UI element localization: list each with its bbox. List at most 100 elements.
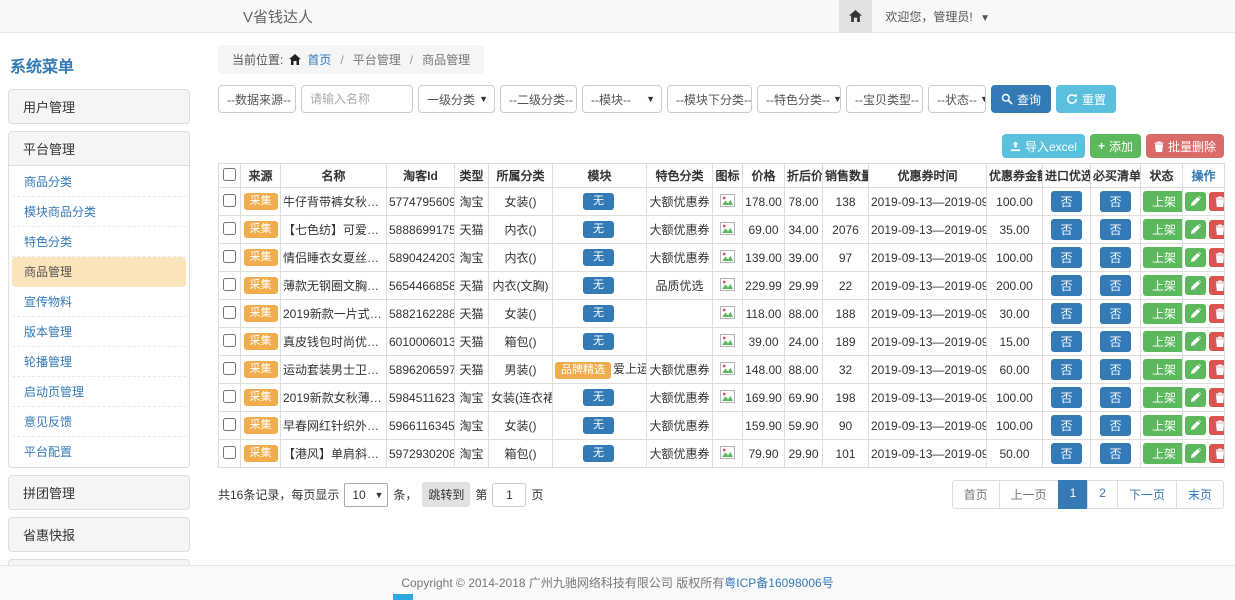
edit-button[interactable] bbox=[1185, 248, 1206, 267]
import-select-toggle[interactable]: 否 bbox=[1051, 219, 1081, 240]
pager-item[interactable]: 2 bbox=[1087, 480, 1118, 509]
status-filter[interactable]: --状态--▼ bbox=[928, 85, 986, 113]
icp-link[interactable]: 粤ICP备16098006号 bbox=[724, 576, 833, 590]
page-size-select[interactable]: 10▼ bbox=[344, 483, 388, 507]
row-checkbox[interactable] bbox=[223, 250, 236, 263]
query-button[interactable]: 查询 bbox=[991, 85, 1051, 113]
edit-button[interactable] bbox=[1185, 192, 1206, 211]
pager-item[interactable]: 1 bbox=[1058, 480, 1089, 509]
status-toggle[interactable]: 上架 bbox=[1143, 415, 1183, 436]
row-checkbox[interactable] bbox=[223, 222, 236, 235]
sidebar-item[interactable]: 商品分类 bbox=[12, 167, 186, 197]
status-toggle[interactable]: 上架 bbox=[1143, 331, 1183, 352]
row-checkbox[interactable] bbox=[223, 278, 236, 291]
status-toggle[interactable]: 上架 bbox=[1143, 359, 1183, 380]
status-toggle[interactable]: 上架 bbox=[1143, 303, 1183, 324]
import-select-toggle[interactable]: 否 bbox=[1051, 443, 1081, 464]
row-checkbox[interactable] bbox=[223, 306, 236, 319]
jump-to-button[interactable]: 跳转到 bbox=[422, 482, 470, 507]
status-toggle[interactable]: 上架 bbox=[1143, 219, 1183, 240]
status-toggle[interactable]: 上架 bbox=[1143, 443, 1183, 464]
status-toggle[interactable]: 上架 bbox=[1143, 191, 1183, 212]
edit-button[interactable] bbox=[1185, 220, 1206, 239]
name-input[interactable] bbox=[301, 85, 413, 113]
status-toggle[interactable]: 上架 bbox=[1143, 247, 1183, 268]
must-buy-toggle[interactable]: 否 bbox=[1100, 219, 1130, 240]
feature-filter[interactable]: --特色分类--▼ bbox=[757, 85, 841, 113]
must-buy-toggle[interactable]: 否 bbox=[1100, 331, 1130, 352]
user-menu[interactable]: 欢迎您，管理员! ▼ bbox=[885, 8, 990, 25]
module-sub-filter[interactable]: --模块下分类--▼ bbox=[667, 85, 752, 113]
import-select-toggle[interactable]: 否 bbox=[1051, 359, 1081, 380]
edit-button[interactable] bbox=[1185, 304, 1206, 323]
sidebar-item[interactable]: 商品管理 bbox=[12, 257, 186, 287]
must-buy-toggle[interactable]: 否 bbox=[1100, 275, 1130, 296]
sidebar-item[interactable]: 模块商品分类 bbox=[12, 197, 186, 227]
row-checkbox[interactable] bbox=[223, 334, 236, 347]
sidebar-section[interactable]: 拼团管理 bbox=[9, 476, 189, 509]
item-type-filter[interactable]: --宝贝类型--▼ bbox=[846, 85, 923, 113]
category1-filter[interactable]: 一级分类▼ bbox=[418, 85, 495, 113]
delete-button[interactable] bbox=[1209, 444, 1225, 463]
sidebar-item[interactable]: 平台配置 bbox=[12, 437, 186, 466]
breadcrumb-home-link[interactable]: 首页 bbox=[307, 51, 331, 68]
status-toggle[interactable]: 上架 bbox=[1143, 275, 1183, 296]
category2-filter[interactable]: --二级分类--▼ bbox=[500, 85, 577, 113]
must-buy-toggle[interactable]: 否 bbox=[1100, 415, 1130, 436]
must-buy-toggle[interactable]: 否 bbox=[1100, 443, 1130, 464]
must-buy-toggle[interactable]: 否 bbox=[1100, 359, 1130, 380]
delete-button[interactable] bbox=[1209, 388, 1225, 407]
import-select-toggle[interactable]: 否 bbox=[1051, 247, 1081, 268]
delete-button[interactable] bbox=[1209, 192, 1225, 211]
must-buy-toggle[interactable]: 否 bbox=[1100, 303, 1130, 324]
must-buy-toggle[interactable]: 否 bbox=[1100, 387, 1130, 408]
sidebar-item[interactable]: 版本管理 bbox=[12, 317, 186, 347]
edit-button[interactable] bbox=[1185, 388, 1206, 407]
import-select-toggle[interactable]: 否 bbox=[1051, 191, 1081, 212]
edit-button[interactable] bbox=[1185, 416, 1206, 435]
row-checkbox[interactable] bbox=[223, 362, 236, 375]
sidebar-item[interactable]: 轮播管理 bbox=[12, 347, 186, 377]
delete-button[interactable] bbox=[1209, 304, 1225, 323]
row-checkbox[interactable] bbox=[223, 194, 236, 207]
edit-button[interactable] bbox=[1185, 444, 1206, 463]
delete-button[interactable] bbox=[1209, 276, 1225, 295]
import-select-toggle[interactable]: 否 bbox=[1051, 387, 1081, 408]
import-select-toggle[interactable]: 否 bbox=[1051, 275, 1081, 296]
delete-button[interactable] bbox=[1209, 416, 1225, 435]
pager-item[interactable]: 下一页 bbox=[1117, 480, 1177, 509]
module-filter[interactable]: --模块--▼ bbox=[582, 85, 662, 113]
edit-button[interactable] bbox=[1185, 276, 1206, 295]
edit-button[interactable] bbox=[1185, 332, 1206, 351]
edit-button[interactable] bbox=[1185, 360, 1206, 379]
delete-button[interactable] bbox=[1209, 360, 1225, 379]
import-select-toggle[interactable]: 否 bbox=[1051, 303, 1081, 324]
source-filter[interactable]: --数据来源--▼ bbox=[218, 85, 296, 113]
import-excel-button[interactable]: 导入excel bbox=[1002, 134, 1085, 158]
status-toggle[interactable]: 上架 bbox=[1143, 387, 1183, 408]
row-checkbox[interactable] bbox=[223, 418, 236, 431]
import-select-toggle[interactable]: 否 bbox=[1051, 331, 1081, 352]
jump-page-input[interactable] bbox=[492, 483, 526, 507]
bulk-delete-button[interactable]: 批量删除 bbox=[1146, 134, 1224, 158]
sidebar-item[interactable]: 启动页管理 bbox=[12, 377, 186, 407]
sidebar-item[interactable]: 宣传物料 bbox=[12, 287, 186, 317]
pager-item[interactable]: 末页 bbox=[1176, 480, 1224, 509]
delete-button[interactable] bbox=[1209, 332, 1225, 351]
must-buy-toggle[interactable]: 否 bbox=[1100, 191, 1130, 212]
row-checkbox[interactable] bbox=[223, 390, 236, 403]
sidebar-section[interactable]: 用户管理 bbox=[9, 90, 189, 123]
select-all-checkbox[interactable] bbox=[223, 168, 236, 181]
row-checkbox[interactable] bbox=[223, 446, 236, 459]
must-buy-toggle[interactable]: 否 bbox=[1100, 247, 1130, 268]
import-select-toggle[interactable]: 否 bbox=[1051, 415, 1081, 436]
reset-button[interactable]: 重置 bbox=[1056, 85, 1116, 113]
delete-button[interactable] bbox=[1209, 220, 1225, 239]
sidebar-item[interactable]: 特色分类 bbox=[12, 227, 186, 257]
add-button[interactable]: + 添加 bbox=[1090, 134, 1141, 158]
pager-item[interactable]: 首页 bbox=[952, 480, 1000, 509]
sidebar-item[interactable]: 意见反馈 bbox=[12, 407, 186, 437]
delete-button[interactable] bbox=[1209, 248, 1225, 267]
sidebar-section[interactable]: 平台管理 bbox=[9, 132, 189, 165]
home-button[interactable] bbox=[839, 0, 872, 33]
